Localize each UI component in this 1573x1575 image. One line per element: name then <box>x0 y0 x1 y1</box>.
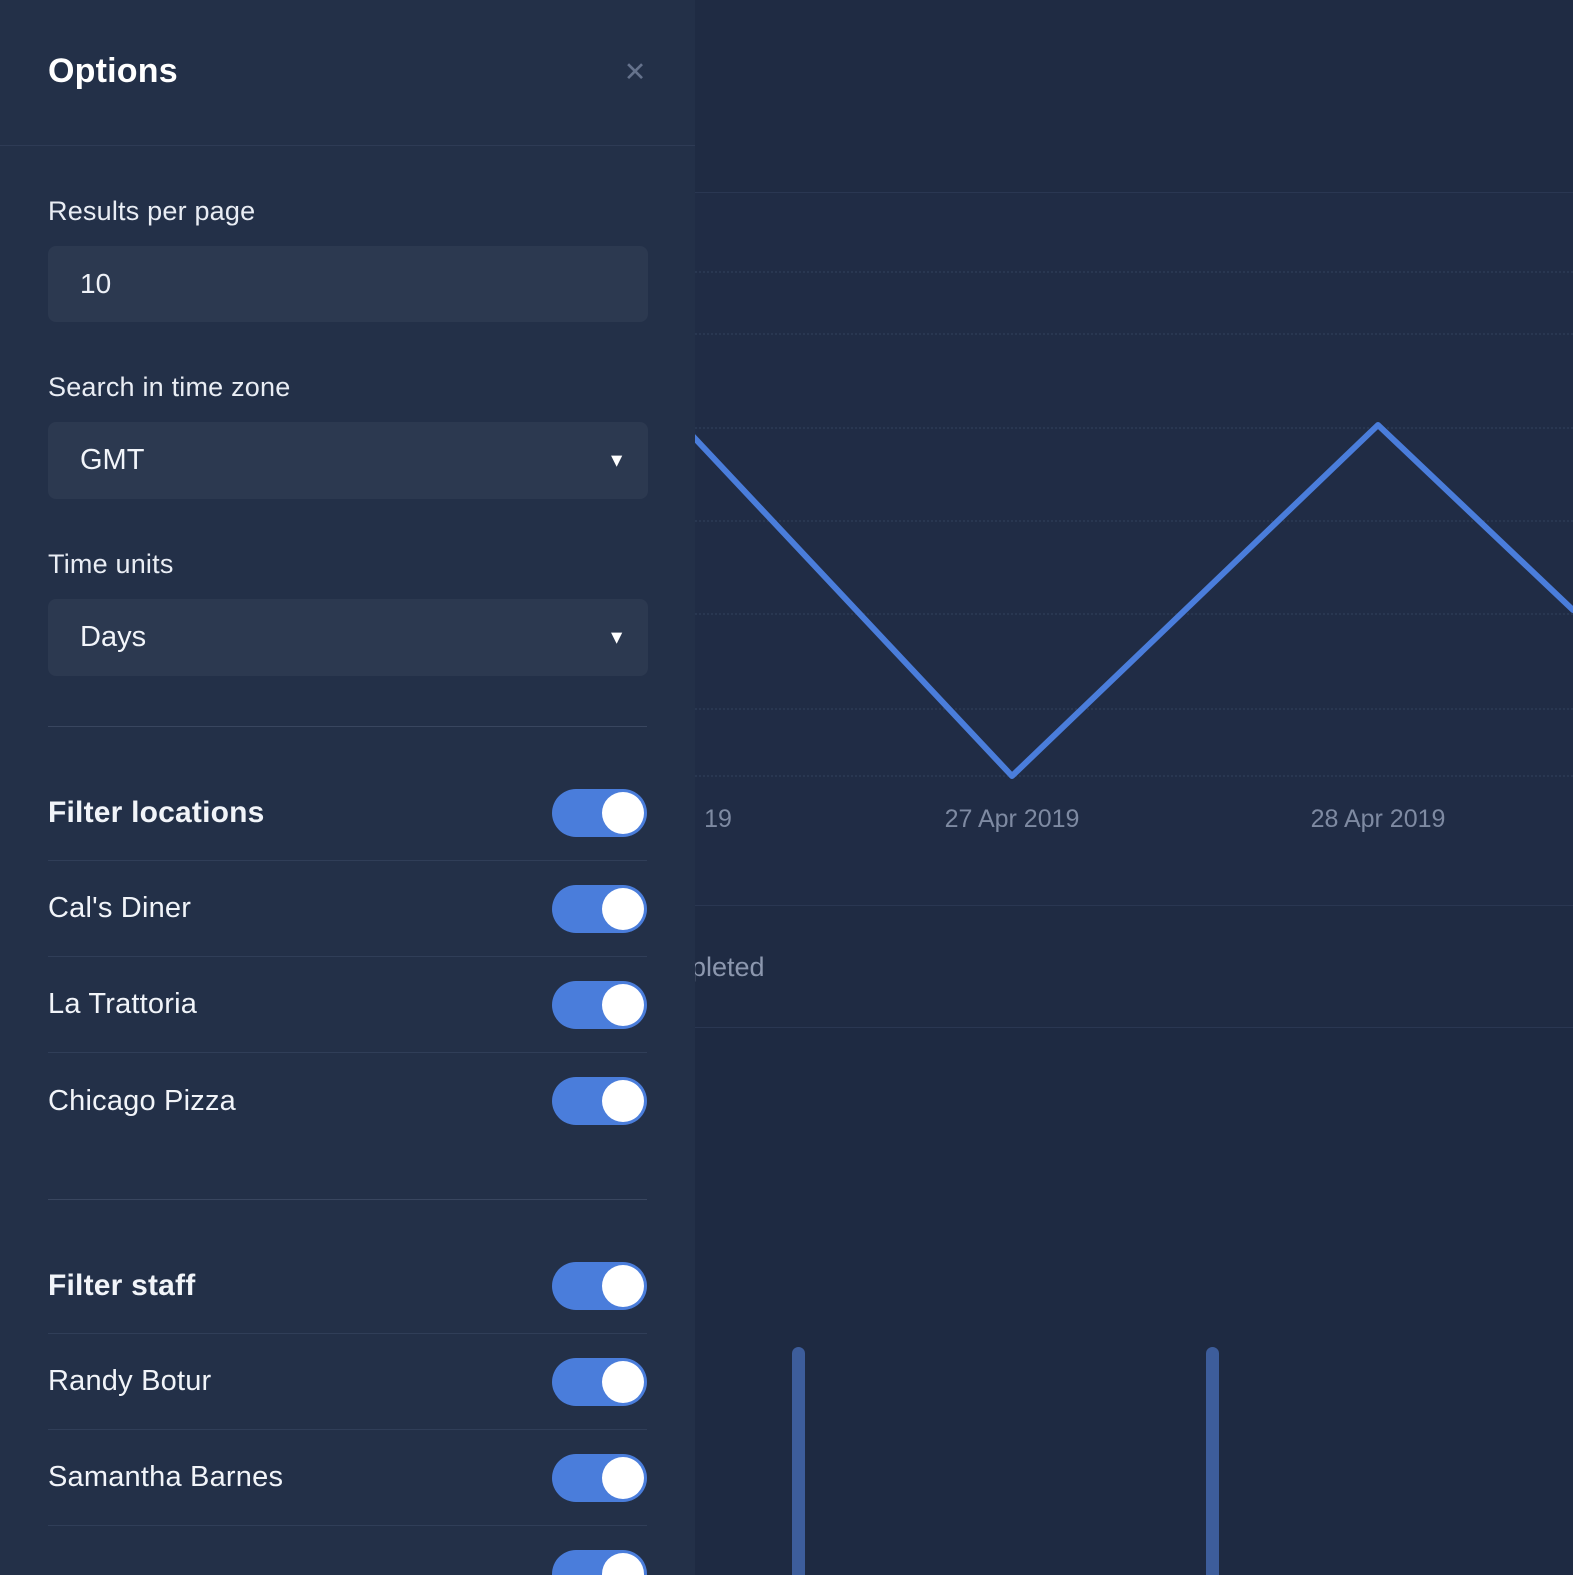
time-units-select-wrap: Days ▼ <box>48 599 648 676</box>
filter-staff-header-row[interactable]: Filter staff <box>48 1238 647 1334</box>
location-toggle-la-trattoria[interactable] <box>552 980 647 1029</box>
options-panel-body: Results per page Search in time zone GMT… <box>0 196 695 1575</box>
filter-locations-label: Filter locations <box>48 795 265 829</box>
time-units-label: Time units <box>48 549 174 579</box>
x-axis-tick: 27 Apr 2019 <box>944 805 1080 833</box>
toggle-knob <box>602 887 644 930</box>
time-units-group: Time units Days ▼ <box>0 549 695 676</box>
staff-toggle-samantha-barnes[interactable] <box>552 1453 647 1502</box>
toggle-knob <box>602 983 644 1026</box>
location-label: Chicago Pizza <box>48 1084 236 1117</box>
location-row-chicago-pizza[interactable]: Chicago Pizza <box>48 1053 647 1149</box>
toggle-knob <box>602 791 644 834</box>
filter-locations-section: Filter locations Cal's Diner La Trattori… <box>0 765 695 1149</box>
staff-toggle-partial[interactable] <box>552 1550 647 1575</box>
toggle-knob <box>602 1456 644 1499</box>
location-row-cals-diner[interactable]: Cal's Diner <box>48 861 647 957</box>
page-title: Options <box>48 52 178 90</box>
filter-staff-label: Filter staff <box>48 1268 196 1302</box>
filter-staff-toggle[interactable] <box>552 1261 647 1310</box>
options-panel: Options ✕ Results per page Search in tim… <box>0 0 695 1575</box>
bar-item <box>792 1347 805 1575</box>
location-row-la-trattoria[interactable]: La Trattoria <box>48 957 647 1053</box>
location-label: Cal's Diner <box>48 892 192 924</box>
results-per-page-input[interactable] <box>48 246 648 322</box>
options-panel-header: Options ✕ <box>0 0 695 146</box>
x-axis-tick: 19 <box>704 805 732 833</box>
staff-label: Samantha Barnes <box>48 1461 284 1493</box>
bar-item <box>1206 1347 1219 1575</box>
time-zone-group: Search in time zone GMT ▼ <box>0 372 695 499</box>
staff-toggle-randy-botur[interactable] <box>552 1357 647 1406</box>
staff-label: Randy Botur <box>48 1365 212 1397</box>
close-icon[interactable]: ✕ <box>613 50 657 94</box>
filter-staff-section: Filter staff Randy Botur Samantha Barnes <box>0 1238 695 1575</box>
location-label: La Trattoria <box>48 988 198 1020</box>
toggle-knob <box>602 1264 644 1307</box>
location-toggle-cals-diner[interactable] <box>552 884 647 933</box>
toggle-knob <box>602 1080 644 1122</box>
x-axis-tick: 28 Apr 2019 <box>1310 805 1446 833</box>
time-zone-select[interactable]: GMT <box>48 422 648 499</box>
time-units-select[interactable]: Days <box>48 599 648 676</box>
toggle-knob <box>602 1553 644 1575</box>
filter-locations-header-row[interactable]: Filter locations <box>48 765 647 861</box>
section-divider <box>48 726 647 727</box>
app-root: s 19 27 Apr 2019 28 Apr 2019 <box>0 0 1573 1575</box>
section-divider <box>48 1199 647 1200</box>
results-per-page-group: Results per page <box>0 196 695 322</box>
filter-locations-toggle[interactable] <box>552 788 647 837</box>
location-toggle-chicago-pizza[interactable] <box>552 1077 647 1125</box>
staff-row-partial[interactable] <box>48 1526 647 1575</box>
staff-row-samantha-barnes[interactable]: Samantha Barnes <box>48 1430 647 1526</box>
staff-row-randy-botur[interactable]: Randy Botur <box>48 1334 647 1430</box>
time-zone-select-wrap: GMT ▼ <box>48 422 648 499</box>
toggle-knob <box>602 1360 644 1403</box>
results-per-page-label: Results per page <box>48 196 256 226</box>
time-zone-label: Search in time zone <box>48 372 291 402</box>
